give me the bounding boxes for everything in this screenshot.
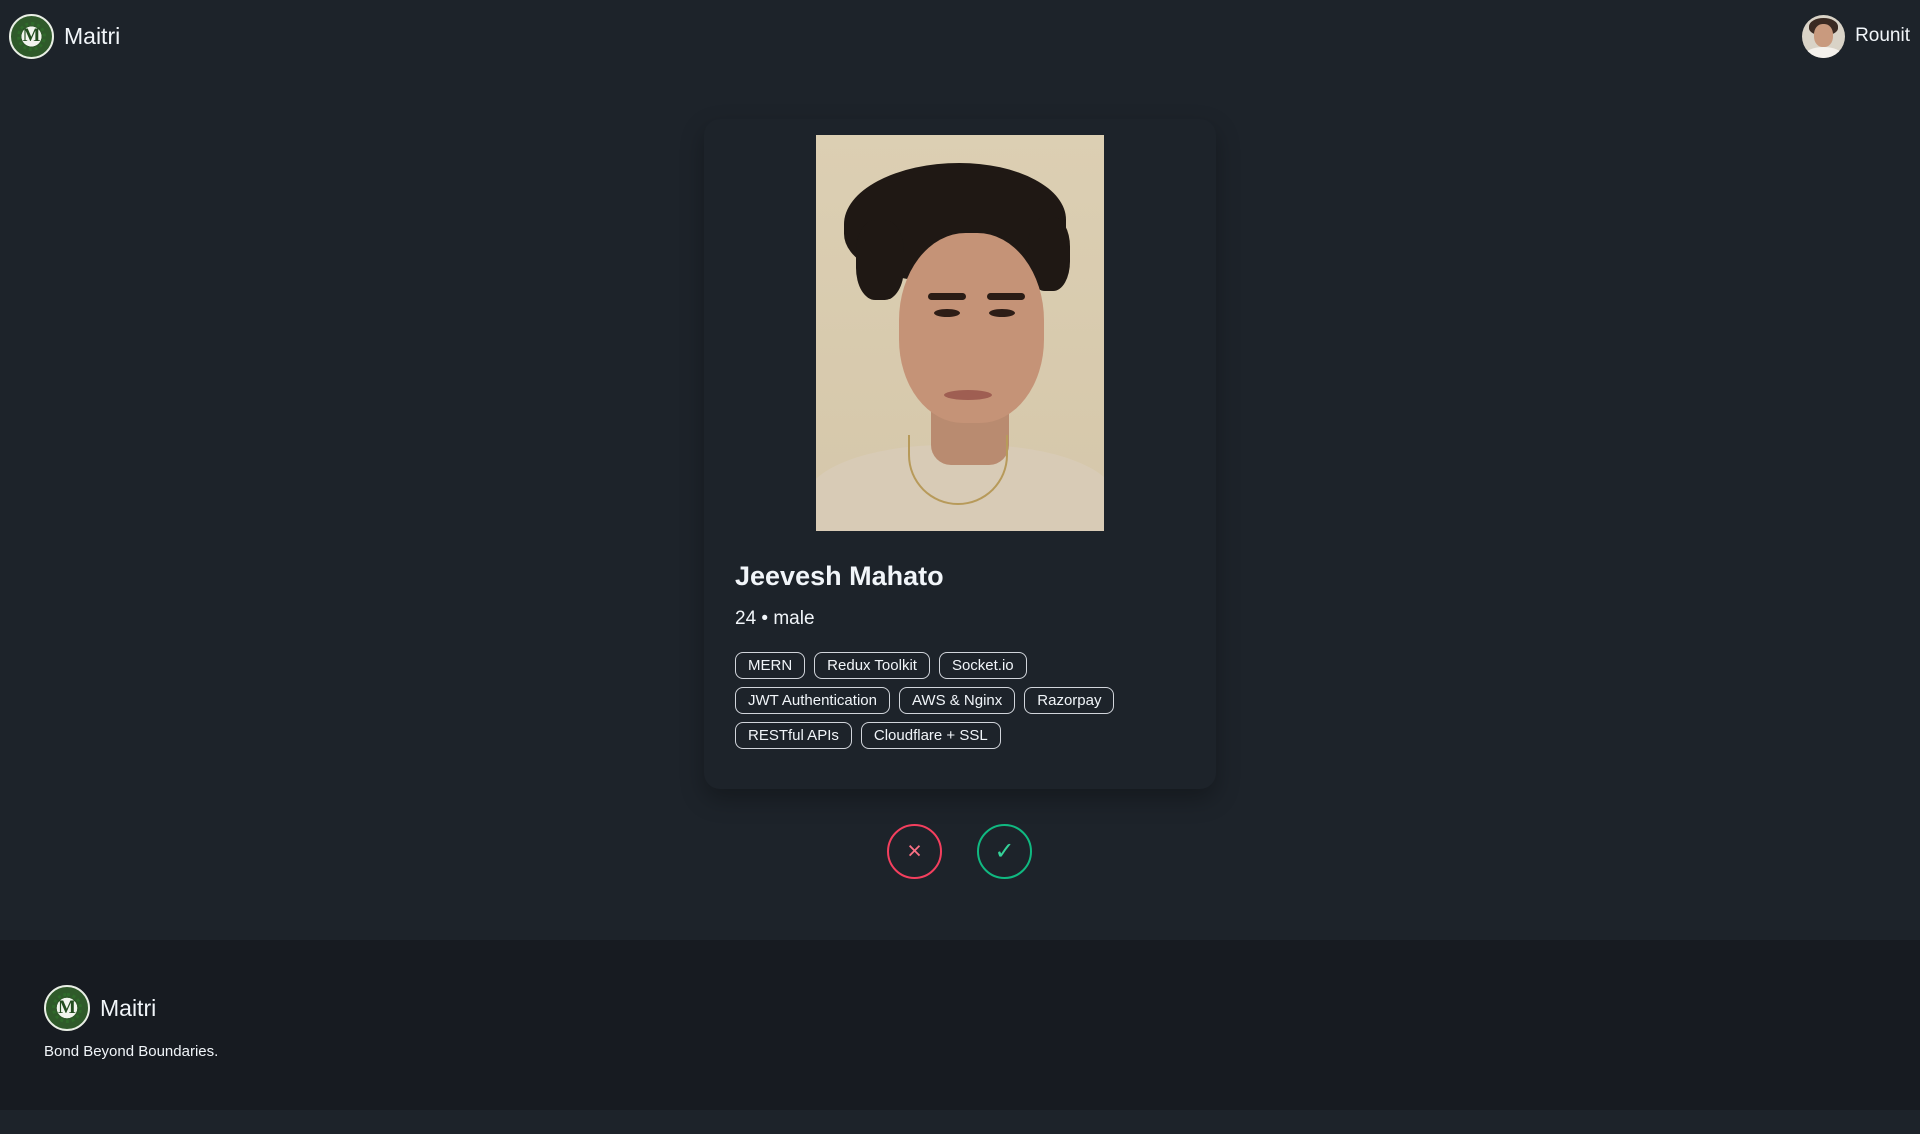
brand-link[interactable]: M Maitri xyxy=(9,13,121,59)
profile-card: Jeevesh Mahato 24 • male MERN Redux Tool… xyxy=(704,119,1216,789)
reject-button[interactable]: × xyxy=(887,824,942,879)
photo-left-brow xyxy=(928,293,966,300)
avatar[interactable] xyxy=(1802,14,1846,58)
skill-tags: MERN Redux Toolkit Socket.io JWT Authent… xyxy=(735,652,1155,749)
skill-tag: Socket.io xyxy=(938,652,1027,679)
skill-tag: Razorpay xyxy=(1024,687,1115,714)
tagline: Bond Beyond Boundaries. xyxy=(44,1043,219,1060)
photo-right-brow xyxy=(987,293,1025,300)
skill-tag: Redux Toolkit xyxy=(814,652,930,679)
user-menu[interactable]: Rounit xyxy=(1802,14,1910,58)
maitri-logo-icon: M xyxy=(44,985,90,1031)
skill-tag: RESTful APIs xyxy=(735,722,852,749)
accept-button[interactable]: ✓ xyxy=(977,824,1032,879)
user-name: Rounit xyxy=(1855,25,1910,46)
profile-photo xyxy=(816,135,1104,531)
skill-tag: MERN xyxy=(735,652,806,679)
photo-right-eye xyxy=(989,309,1015,317)
logo-letter: M xyxy=(58,997,76,1018)
logo-letter: M xyxy=(22,25,41,46)
navbar: M Maitri Rounit xyxy=(0,0,1920,72)
avatar-face xyxy=(1814,23,1834,47)
photo-mouth xyxy=(944,390,992,400)
check-icon: ✓ xyxy=(994,838,1015,865)
profile-name: Jeevesh Mahato xyxy=(735,561,944,591)
brand-name: Maitri xyxy=(64,22,121,49)
skill-tag: JWT Authentication xyxy=(735,687,890,714)
photo-left-eye xyxy=(934,309,960,317)
footer-name: Maitri xyxy=(100,994,157,1021)
skill-tag: Cloudflare + SSL xyxy=(860,722,1001,749)
profile-meta: 24 • male xyxy=(735,608,815,629)
footer-brand: M Maitri xyxy=(44,985,156,1031)
avatar-shirt xyxy=(1805,46,1843,58)
page: M Maitri Rounit Jeevesh Mahato 24 • male… xyxy=(0,0,1920,1134)
maitri-logo-icon: M xyxy=(9,13,54,59)
skill-tag: AWS & Nginx xyxy=(898,687,1016,714)
footer: M Maitri Bond Beyond Boundaries. xyxy=(0,940,1920,1110)
photo-hair-left xyxy=(856,220,904,300)
close-icon: × xyxy=(907,837,922,865)
page-bottom xyxy=(0,1110,1920,1134)
